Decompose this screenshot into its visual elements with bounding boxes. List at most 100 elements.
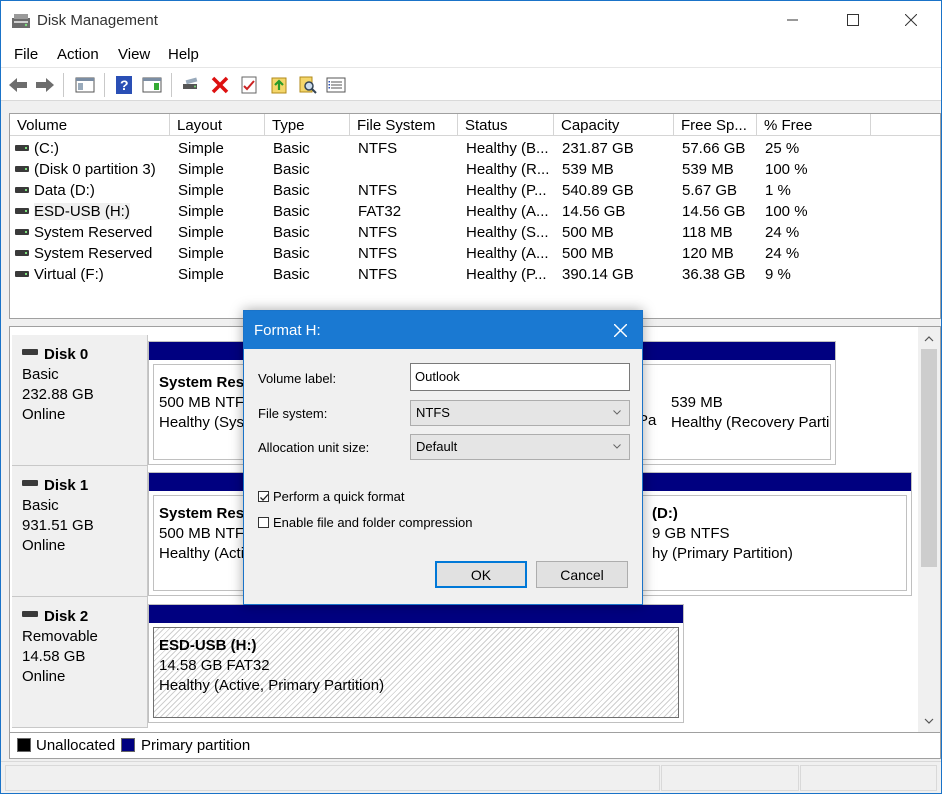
quick-format-option[interactable]: Perform a quick format bbox=[258, 489, 405, 504]
table-row[interactable]: (C:) Simple Basic NTFS Healthy (B... 231… bbox=[10, 138, 940, 159]
partition-disk1-data[interactable]: (D:) 9 GB NTFS hy (Primary Partition) bbox=[630, 472, 912, 596]
disk-2-size: 14.58 GB bbox=[22, 648, 86, 665]
compression-checkbox[interactable] bbox=[258, 517, 269, 528]
partition-disk2-esd-usb[interactable]: ESD-USB (H:) 14.58 GB FAT32 Healthy (Act… bbox=[148, 604, 684, 723]
partition-status: hy (Primary Partition) bbox=[652, 545, 793, 562]
cell-type: Basic bbox=[273, 161, 310, 178]
column-header-file-system[interactable]: File System bbox=[350, 114, 458, 136]
show-hide-console-tree-button[interactable] bbox=[74, 74, 96, 96]
forward-button[interactable] bbox=[34, 74, 56, 96]
column-header-percent-free[interactable]: % Free bbox=[757, 114, 871, 136]
file-system-label: File system: bbox=[258, 406, 328, 421]
cell-percent-free: 9 % bbox=[765, 266, 791, 283]
import-icon bbox=[271, 77, 287, 94]
back-button[interactable] bbox=[7, 74, 29, 96]
delete-button[interactable] bbox=[209, 74, 231, 96]
scroll-up-button[interactable] bbox=[918, 329, 940, 349]
column-header-capacity[interactable]: Capacity bbox=[554, 114, 674, 136]
cell-percent-free: 24 % bbox=[765, 224, 800, 241]
disk-list-button[interactable] bbox=[325, 74, 347, 96]
dialog-close-button[interactable] bbox=[598, 311, 642, 349]
table-row[interactable]: System Reserved Simple Basic NTFS Health… bbox=[10, 222, 940, 243]
scroll-thumb[interactable] bbox=[921, 349, 937, 567]
disk-panel-scrollbar[interactable] bbox=[918, 327, 940, 732]
maximize-button[interactable] bbox=[823, 1, 883, 39]
cell-layout: Simple bbox=[178, 182, 224, 199]
allocation-unit-size-value: Default bbox=[416, 439, 458, 454]
checkmark-icon bbox=[260, 494, 269, 501]
svg-text:?: ? bbox=[120, 77, 129, 93]
quick-format-checkbox[interactable] bbox=[258, 491, 269, 502]
minimize-icon bbox=[787, 19, 798, 21]
legend-primary-partition: Primary partition bbox=[141, 737, 251, 754]
file-system-select[interactable]: NTFS bbox=[410, 400, 630, 426]
table-row[interactable]: Data (D:) Simple Basic NTFS Healthy (P..… bbox=[10, 180, 940, 201]
column-header-volume[interactable]: Volume bbox=[10, 114, 170, 136]
cell-free-space: 118 MB bbox=[682, 224, 733, 241]
help-button[interactable]: ? bbox=[113, 74, 135, 96]
menu-view[interactable]: View bbox=[118, 46, 150, 63]
minimize-button[interactable] bbox=[763, 1, 823, 39]
search-button[interactable] bbox=[297, 74, 319, 96]
scroll-down-button[interactable] bbox=[918, 711, 940, 731]
help-icon: ? bbox=[116, 76, 132, 94]
ok-button[interactable]: OK bbox=[435, 561, 527, 588]
properties-button[interactable] bbox=[238, 74, 260, 96]
disk-management-app-icon bbox=[11, 12, 31, 30]
import-button[interactable] bbox=[268, 74, 290, 96]
table-row[interactable]: ESD-USB (H:) Simple Basic FAT32 Healthy … bbox=[10, 201, 940, 222]
partition-size: 539 MB bbox=[671, 394, 723, 411]
column-header-type[interactable]: Type bbox=[265, 114, 350, 136]
format-dialog: Format H: Volume label: File system: NTF… bbox=[243, 310, 643, 605]
cell-volume: (Disk 0 partition 3) bbox=[34, 161, 156, 178]
connect-virtual-disk-button[interactable] bbox=[180, 74, 202, 96]
forward-icon bbox=[36, 78, 54, 92]
disk-1-label[interactable]: Disk 1 Basic 931.51 GB Online bbox=[12, 466, 148, 597]
menu-help[interactable]: Help bbox=[168, 46, 199, 63]
partition-disk0-recovery[interactable]: 539 MB Healthy (Recovery Parti Pa bbox=[631, 341, 836, 465]
partition-status: Healthy (Recovery Parti bbox=[671, 414, 830, 431]
chevron-up-icon bbox=[924, 336, 934, 342]
disk-2-label[interactable]: Disk 2 Removable 14.58 GB Online bbox=[12, 597, 148, 728]
primary-partition-bar bbox=[631, 473, 911, 491]
disk-1-size: 931.51 GB bbox=[22, 517, 94, 534]
menu-file[interactable]: File bbox=[14, 46, 38, 63]
chevron-down-icon bbox=[613, 444, 621, 449]
cell-volume: (C:) bbox=[34, 140, 59, 157]
cell-capacity: 539 MB bbox=[562, 161, 614, 178]
title-bar: Disk Management bbox=[1, 1, 941, 39]
unallocated-swatch bbox=[17, 738, 31, 752]
status-cell bbox=[661, 765, 799, 791]
show-hide-action-pane-button[interactable] bbox=[141, 74, 163, 96]
disk-0-label[interactable]: Disk 0 Basic 232.88 GB Online bbox=[12, 335, 148, 466]
table-row[interactable]: (Disk 0 partition 3) Simple Basic Health… bbox=[10, 159, 940, 180]
menu-action[interactable]: Action bbox=[57, 46, 99, 63]
column-header-status[interactable]: Status bbox=[458, 114, 554, 136]
close-button[interactable] bbox=[881, 1, 941, 39]
cell-type: Basic bbox=[273, 203, 310, 220]
cell-capacity: 500 MB bbox=[562, 224, 614, 241]
table-row[interactable]: System Reserved Simple Basic NTFS Health… bbox=[10, 243, 940, 264]
volume-label-input[interactable] bbox=[410, 363, 630, 391]
status-cell bbox=[5, 765, 660, 791]
disk-0-size: 232.88 GB bbox=[22, 386, 94, 403]
cell-volume: System Reserved bbox=[34, 224, 153, 241]
cell-layout: Simple bbox=[178, 266, 224, 283]
table-row[interactable]: Virtual (F:) Simple Basic NTFS Healthy (… bbox=[10, 264, 940, 285]
cell-file-system: NTFS bbox=[358, 140, 398, 157]
cell-free-space: 36.38 GB bbox=[682, 266, 746, 283]
window-title: Disk Management bbox=[37, 12, 158, 29]
cell-file-system: NTFS bbox=[358, 182, 398, 199]
allocation-unit-size-select[interactable]: Default bbox=[410, 434, 630, 460]
compression-option[interactable]: Enable file and folder compression bbox=[258, 515, 472, 530]
search-icon bbox=[299, 76, 317, 94]
cancel-button[interactable]: Cancel bbox=[536, 561, 628, 588]
cell-percent-free: 100 % bbox=[765, 203, 808, 220]
column-header-free-space[interactable]: Free Sp... bbox=[674, 114, 757, 136]
cell-volume: Virtual (F:) bbox=[34, 266, 104, 283]
cell-layout: Simple bbox=[178, 161, 224, 178]
cell-layout: Simple bbox=[178, 140, 224, 157]
quick-format-label: Perform a quick format bbox=[273, 489, 405, 504]
disk-icon bbox=[22, 349, 38, 355]
column-header-layout[interactable]: Layout bbox=[170, 114, 265, 136]
